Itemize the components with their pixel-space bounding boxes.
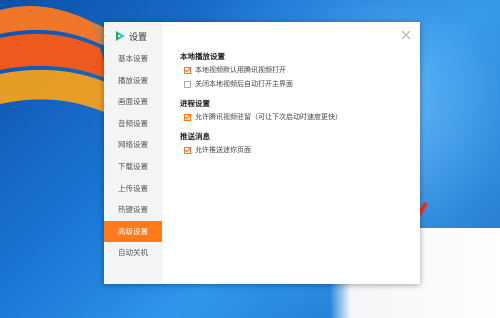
sidebar-item-hotkeys[interactable]: 热键设置 (104, 199, 162, 221)
sidebar-item-auto-shutdown[interactable]: 自动关机 (104, 242, 162, 264)
section-local-playback: 本地播放设置 本地视频默认用腾讯视频打开 关闭本地视频后自动打开主界面 (180, 52, 342, 90)
section-title: 推送消息 (180, 132, 210, 141)
dialog-header: 设置 (114, 28, 147, 44)
option-row: 本地视频默认用腾讯视频打开 (184, 64, 342, 76)
sidebar-item-advanced[interactable]: 高级设置 (104, 220, 162, 243)
sidebar-item-upload[interactable]: 上传设置 (104, 178, 162, 200)
section-push-messages: 推送消息 允许推送迷你页面 (180, 132, 342, 156)
option-row: 允许腾讯视频驻留（可让下次启动时速度更快） (184, 111, 342, 123)
close-icon[interactable] (401, 30, 411, 40)
option-label: 关闭本地视频后自动打开主界面 (195, 80, 293, 88)
option-row: 关闭本地视频后自动打开主界面 (184, 78, 342, 90)
sidebar-item-picture[interactable]: 画面设置 (104, 91, 162, 113)
option-label: 允许推送迷你页面 (195, 146, 251, 154)
checkbox-allow-resident[interactable] (184, 113, 191, 121)
option-row: 允许推送迷你页面 (184, 144, 342, 156)
sidebar-item-download[interactable]: 下载设置 (104, 156, 162, 178)
tencent-video-logo-icon (116, 31, 125, 41)
sidebar-item-audio[interactable]: 音频设置 (104, 113, 162, 135)
sidebar-item-network[interactable]: 网络设置 (104, 134, 162, 156)
settings-content: 本地播放设置 本地视频默认用腾讯视频打开 关闭本地视频后自动打开主界面 进程设置… (180, 52, 342, 165)
section-process: 进程设置 允许腾讯视频驻留（可让下次启动时速度更快） (180, 99, 342, 123)
settings-sidebar: 设置 基本设置 播放设置 画面设置 音频设置 网络设置 下载设置 上传设置 热键… (104, 22, 162, 284)
settings-dialog: 设置 基本设置 播放设置 画面设置 音频设置 网络设置 下载设置 上传设置 热键… (104, 22, 420, 284)
checkbox-allow-mini-page[interactable] (184, 146, 191, 154)
dialog-title: 设置 (129, 32, 148, 43)
sidebar-item-basic[interactable]: 基本设置 (104, 48, 162, 70)
settings-nav: 基本设置 播放设置 画面设置 音频设置 网络设置 下载设置 上传设置 热键设置 … (104, 48, 162, 264)
section-title: 进程设置 (180, 99, 210, 108)
checkbox-default-open[interactable] (184, 66, 191, 74)
option-label: 允许腾讯视频驻留（可让下次启动时速度更快） (195, 113, 342, 121)
checkbox-open-main-after-close[interactable] (184, 80, 191, 88)
sidebar-item-playback[interactable]: 播放设置 (104, 70, 162, 92)
option-label: 本地视频默认用腾讯视频打开 (195, 66, 286, 74)
section-title: 本地播放设置 (180, 52, 225, 61)
